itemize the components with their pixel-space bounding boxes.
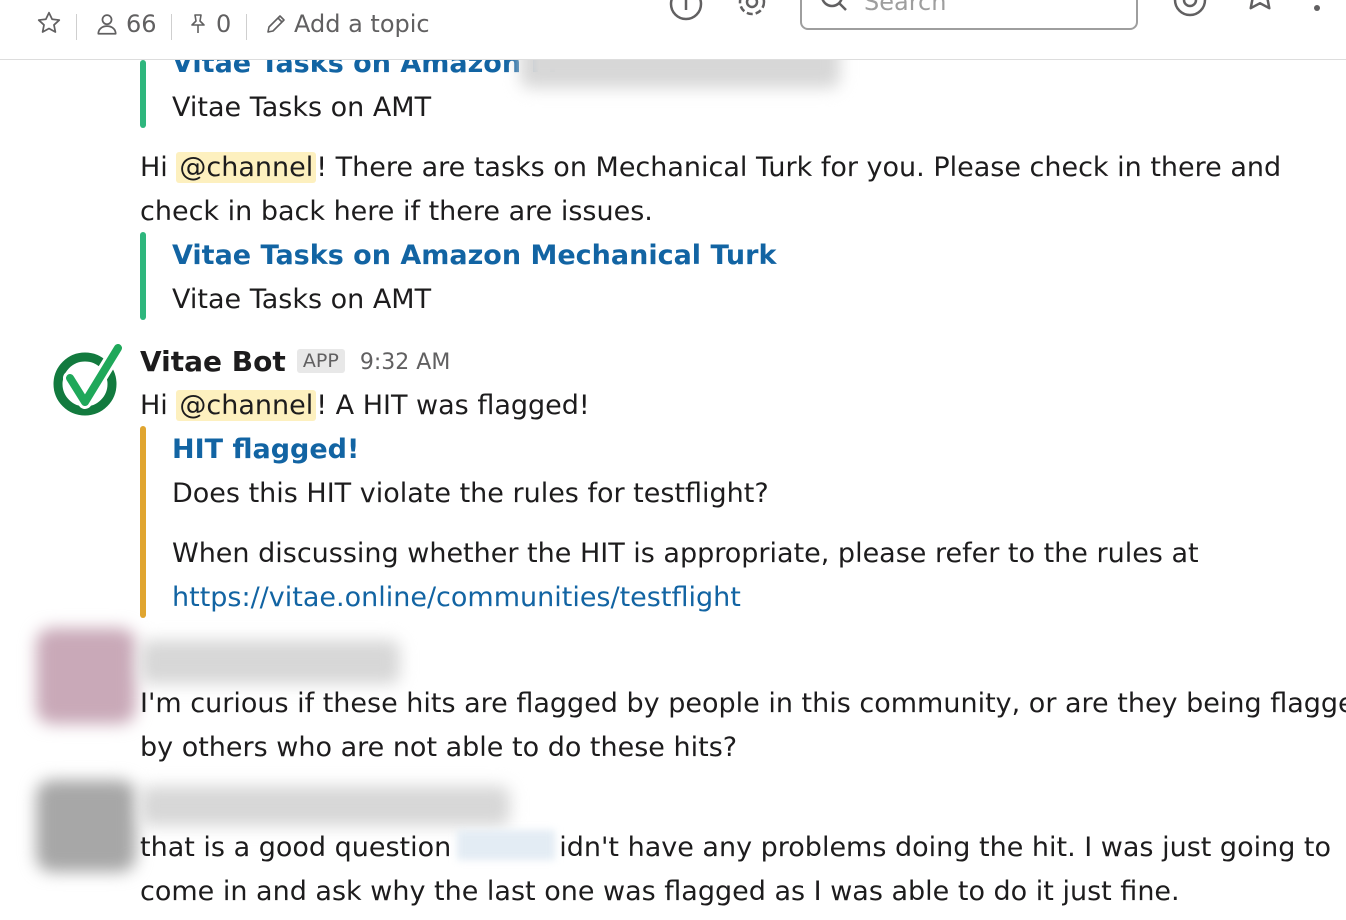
redacted-avatar	[36, 628, 136, 724]
search-icon	[821, 0, 847, 11]
members-icon	[97, 14, 117, 35]
message-text-line: that is a good question idn't have any pr…	[140, 826, 1331, 870]
redacted-mention	[457, 830, 556, 860]
pinned-count: 0	[216, 10, 232, 38]
attachment-bar	[140, 426, 146, 618]
message-text: idn't have any problems doing the hit. I…	[559, 832, 1332, 863]
app-badge: APP	[296, 349, 345, 373]
checkmark-logo-icon	[53, 341, 125, 416]
rules-link[interactable]: https://vitae.online/communities/testfli…	[172, 576, 741, 620]
header-divider	[76, 14, 77, 40]
attachment-text: When discussing whether the HIT is appro…	[172, 538, 1199, 569]
redacted-avatar	[36, 780, 136, 872]
message-text-line: I'm curious if these hits are flagged by…	[140, 688, 1346, 719]
attachment-title-link[interactable]: HIT flagged!	[172, 428, 359, 472]
add-topic-button[interactable]: Add a topic	[264, 10, 430, 38]
attachment-bar	[140, 60, 146, 128]
search-input[interactable]: Search	[800, 0, 1138, 30]
message-text-line: by others who are not able to do these h…	[140, 732, 738, 763]
add-topic-label: Add a topic	[294, 10, 430, 38]
redacted-sender-name	[140, 786, 510, 826]
message-text: Hi	[140, 390, 168, 421]
member-count: 66	[126, 10, 157, 38]
gear-icon[interactable]	[732, 0, 772, 26]
search-placeholder: Search	[864, 0, 947, 16]
pin-icon	[191, 14, 205, 33]
message-header: Vitae Bot APP 9:32 AM	[140, 340, 450, 388]
message-text: Hi	[140, 152, 168, 183]
attachment-subtitle: Vitae Tasks on AMT	[172, 92, 432, 123]
message-text-line: come in and ask why the last one was fla…	[140, 876, 1180, 907]
attachment-subtitle: Vitae Tasks on AMT	[172, 284, 432, 315]
message-text: that is a good question	[140, 832, 452, 863]
message-text-line: Hi @channel! There are tasks on Mechanic…	[140, 146, 1281, 190]
redacted-sender-name	[140, 640, 400, 684]
star-channel-icon[interactable]	[36, 10, 62, 36]
attachment-bar	[140, 232, 146, 320]
more-menu-icon[interactable]	[1312, 0, 1322, 22]
attachment-title-link[interactable]: Vitae Tasks on Amazon Mechanical Turk	[172, 234, 776, 278]
pencil-icon	[267, 15, 285, 33]
channel-mention[interactable]: @channel	[176, 152, 317, 183]
header-divider	[171, 14, 172, 40]
timestamp[interactable]: 9:32 AM	[360, 350, 450, 375]
channel-header: 66 0 Add a topic Search	[0, 0, 1346, 60]
message-text-line: Hi @channel! A HIT was flagged!	[140, 384, 590, 428]
bot-avatar[interactable]	[52, 341, 126, 422]
channel-mention[interactable]: @channel	[176, 390, 317, 421]
pinned-count-button[interactable]: 0	[186, 10, 231, 38]
header-divider	[246, 14, 247, 40]
mentions-icon[interactable]	[1170, 0, 1210, 24]
message-text: ! A HIT was flagged!	[316, 390, 590, 421]
info-icon[interactable]	[668, 0, 704, 26]
message-text-line: check in back here if there are issues.	[140, 196, 653, 227]
member-count-button[interactable]: 66	[94, 10, 157, 38]
message-text: ! There are tasks on Mechanical Turk for…	[316, 152, 1282, 183]
sender-name[interactable]: Vitae Bot	[140, 345, 286, 378]
starred-items-icon[interactable]	[1242, 0, 1278, 24]
attachment-text: Does this HIT violate the rules for test…	[172, 478, 769, 509]
